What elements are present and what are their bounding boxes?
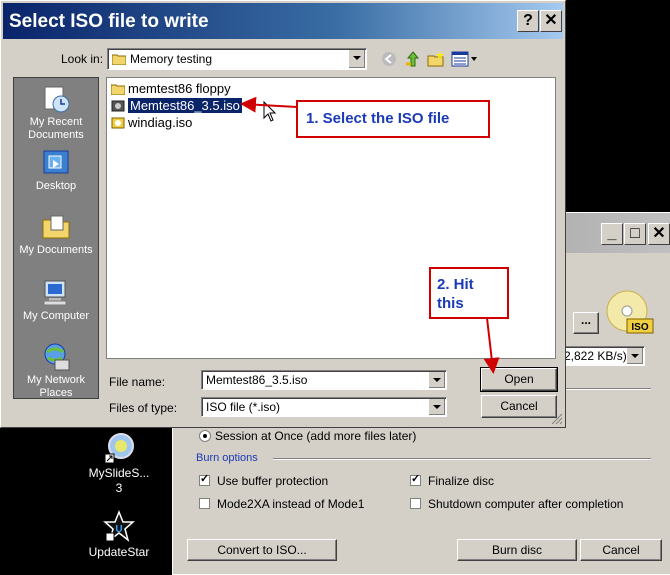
callout-step1: 1. Select the ISO file	[296, 100, 490, 138]
arrow-to-file	[240, 96, 298, 113]
arrow-to-open	[483, 317, 500, 374]
callout-step2: 2. Hit this	[429, 267, 509, 319]
callout-arrows	[240, 96, 500, 374]
